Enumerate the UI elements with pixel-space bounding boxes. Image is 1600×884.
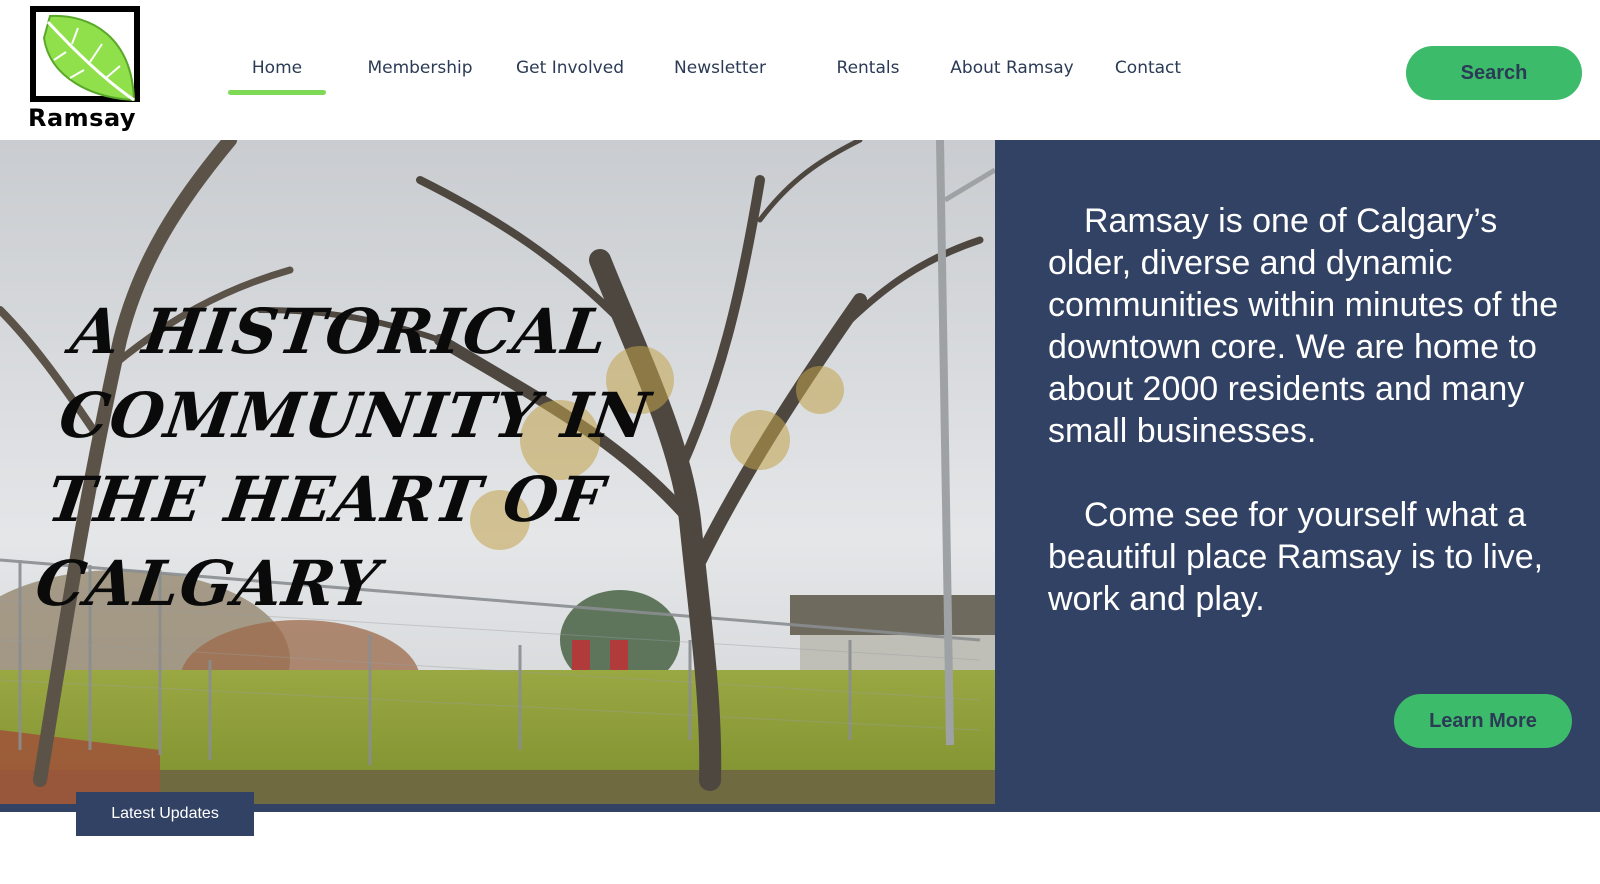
park-photo: A Historical Community in the Heart of C… <box>0 140 995 804</box>
nav-item-label: Contact <box>1114 58 1182 78</box>
hero-description: Ramsay is one of Calgary’s older, divers… <box>1048 200 1578 662</box>
nav-item-get-involved[interactable]: Get Involved <box>510 58 630 98</box>
latest-updates-label: Latest Updates <box>111 805 219 822</box>
nav-item-label: Get Involved <box>516 58 624 78</box>
hero-paragraph: Come see for yourself what a beautiful p… <box>1048 496 1544 618</box>
ramsay-logo[interactable]: Ramsay <box>28 4 146 132</box>
nav-item-label: Membership <box>367 58 473 78</box>
nav-item-label: About Ramsay <box>950 58 1074 78</box>
nav-item-label: Home <box>251 58 303 78</box>
site-header: Ramsay Home Membership Get Involved News… <box>0 0 1600 140</box>
logo-wordmark: Ramsay <box>28 104 137 132</box>
nav-item-label: Newsletter <box>674 58 766 78</box>
latest-updates-tab[interactable]: Latest Updates <box>76 792 254 836</box>
nav-item-about-ramsay[interactable]: About Ramsay <box>940 58 1084 98</box>
search-button[interactable]: Search <box>1406 46 1582 100</box>
nav-item-label: Rentals <box>836 58 900 78</box>
hero-headline: A Historical Community in the Heart of C… <box>31 295 656 620</box>
hero-section: A Historical Community in the Heart of C… <box>0 140 1600 812</box>
learn-more-button[interactable]: Learn More <box>1394 694 1572 748</box>
nav-item-rentals[interactable]: Rentals <box>808 58 928 98</box>
nav-item-contact[interactable]: Contact <box>1098 58 1198 98</box>
leaf-logo-icon <box>42 14 136 102</box>
hero-paragraph: Ramsay is one of Calgary’s older, divers… <box>1048 202 1559 450</box>
content-area <box>0 862 1600 884</box>
nav-item-home[interactable]: Home <box>228 58 326 98</box>
nav-item-membership[interactable]: Membership <box>360 58 480 98</box>
nav-item-newsletter[interactable]: Newsletter <box>660 58 780 98</box>
active-nav-indicator <box>228 90 326 95</box>
